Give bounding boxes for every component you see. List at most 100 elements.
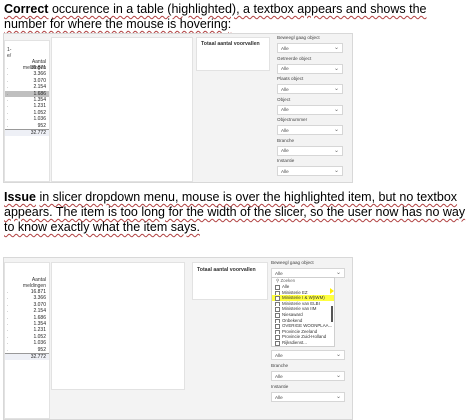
slicer-label: Getreerde object (277, 55, 312, 61)
table-rows: . 16.871. 3.366. 3.070. 2.154. 1.686. 1.354. 1.… (5, 289, 49, 361)
table-cell: 1.686 (33, 90, 46, 97)
slicer-dropdown[interactable]: Alle ⌄ (277, 166, 343, 176)
card-title: Totaal aantal voorvallen (197, 267, 256, 273)
dropdown-scrollbar[interactable] (331, 306, 333, 322)
dropdown-item-label: OVERIGE WOONPLAA... (282, 323, 333, 329)
mouse-cursor-icon (330, 288, 334, 294)
caption-correct: Correct occurence in a table (highlighte… (4, 2, 472, 32)
slicer-dropdown[interactable]: Alle ⌄ (271, 371, 345, 381)
slicer-value: Alle (275, 270, 283, 276)
chevron-down-icon[interactable]: ⌄ (334, 126, 339, 133)
dropdown-item-label: Onbekend (282, 317, 303, 323)
dropdown-item[interactable]: Rijksdienst... (272, 340, 334, 346)
slicer-dropdown[interactable]: Alle ⌄ (277, 145, 343, 156)
dropdown-item-label: Ministerie van IIM (282, 306, 317, 312)
dropdown-item-label: Ministerie EZ (282, 289, 308, 295)
table-cell: 16.871 (30, 289, 46, 295)
card-visual: Totaal aantal voorvallen (192, 262, 268, 300)
chevron-down-icon[interactable]: ⌄ (336, 393, 341, 400)
slicer-label: Instantie (271, 384, 289, 389)
card-title: Totaal aantal voorvallen (201, 41, 260, 47)
slicer-value: Alle (281, 168, 289, 174)
table-header-prefix: 1- e/ (7, 47, 12, 59)
table-cell: 2.154 (33, 308, 46, 315)
slicer-dropdown[interactable]: Alle ⌄ (277, 43, 343, 53)
table-cell: 3.070 (33, 301, 46, 308)
table-cell: 3.366 (33, 71, 46, 78)
slicer-value: Alle (275, 352, 283, 358)
dropdown-item-label: Rijksdienst... (282, 339, 307, 345)
dropdown-item-label: Niesaward (282, 311, 303, 317)
slicer-label: Branche (271, 363, 289, 368)
chevron-down-icon[interactable]: ⌄ (334, 106, 339, 113)
caption-issue: Issue in slicer dropdown menu, mouse is … (4, 190, 472, 235)
dropdown-item-label: Provincie Zuid-Holland (282, 334, 327, 340)
table-cell: 2.154 (33, 84, 46, 91)
caption-issue-lead: Issue (4, 190, 36, 204)
checkbox[interactable] (275, 340, 280, 346)
table-header: Aantal meldingen (5, 271, 49, 289)
table-total: 32.772 (30, 129, 46, 136)
slicer-dropdown[interactable]: Alle ⌄ (277, 125, 343, 135)
slicer-column: Beweegl gaag object Alle ⌄ Getreerde object… (274, 34, 346, 182)
chevron-down-icon[interactable]: ⌄ (336, 372, 341, 379)
report-screenshot-issue: Aantal meldingen . 16.871. 3.366. 3.070. 2.1… (3, 257, 353, 420)
dropdown-item-label: Provincie Zeeland (282, 328, 318, 334)
slicer-dropdown-list: ⚲ Zoeken Alle Ministerie EZ Ministerie I &… (271, 277, 335, 347)
slicer-dropdown[interactable]: Alle ⌄ (277, 104, 343, 115)
search-icon: ⚲ (276, 278, 280, 283)
slicer-label: Object (277, 96, 291, 102)
chevron-down-icon[interactable]: ⌄ (334, 65, 339, 72)
slicer-value: Alle (281, 107, 289, 112)
empty-visual-panel (51, 262, 185, 390)
table-cell: 1.231 (33, 327, 46, 334)
table-total-row: 32.772 (5, 352, 49, 361)
dropdown-item-label: Alle (282, 284, 290, 289)
table-total-row: 32.772 (5, 128, 49, 137)
caption-correct-lead: Correct (4, 2, 49, 16)
slicer-column: Beweegl gaag object Alle ⌄ ⚲ Zoeken Alle… (268, 258, 348, 419)
slicer-value: Alle (281, 86, 289, 92)
chevron-down-icon[interactable]: ⌄ (336, 351, 341, 358)
chevron-down-icon[interactable]: ⌄ (334, 147, 339, 154)
slicer-value: Alle (281, 66, 289, 71)
slicer-dropdown[interactable]: Alle ⌄ (277, 84, 343, 94)
table-rows: . 16.871. 3.366. 3.070. 2.154. 1.686. 1.354. 1.… (5, 65, 49, 137)
dropdown-item-label: Ministerie van ELBI (282, 300, 320, 306)
dropdown-items: Alle Ministerie EZ Ministerie I & W(IWM) Mi… (272, 284, 334, 346)
chevron-down-icon[interactable]: ⌄ (334, 85, 339, 92)
table-visual: Aantal meldingen . 16.871. 3.366. 3.070. 2.1… (4, 262, 50, 419)
slicer-value: Alle (275, 373, 283, 379)
slicer-label: Branche (277, 137, 295, 143)
slicer-value: Alle (281, 45, 289, 51)
dropdown-item-label: Ministerie I & W(IWM) (282, 295, 325, 301)
slicer-label: Objectnummer (277, 117, 308, 122)
table-cell: 1.231 (33, 103, 46, 110)
caption-issue-text: in slicer dropdown menu, mouse is over t… (4, 190, 466, 234)
chevron-down-icon[interactable]: ⌄ (336, 269, 341, 276)
slicer-dropdown[interactable]: Alle ⌄ (271, 350, 345, 360)
card-visual: Totaal aantal voorvallen (196, 37, 270, 71)
table-cell: 952 (37, 346, 46, 353)
table-cell: 1.686 (33, 314, 46, 321)
table-header-aantal: Aantal meldingen (22, 277, 46, 289)
slicer-dropdown[interactable]: Alle ⌄ (271, 392, 345, 402)
table-cell: 1.036 (33, 116, 46, 123)
slicer-value: Alle (281, 148, 289, 153)
slicer-dropdown[interactable]: Alle ⌄ (277, 63, 343, 74)
table-cell: 16.871 (30, 65, 46, 71)
dropdown-search-placeholder: Zoeken (280, 278, 296, 283)
table-cell: 3.366 (33, 295, 46, 302)
chevron-down-icon[interactable]: ⌄ (334, 167, 339, 174)
table-cell: 1.052 (33, 109, 46, 116)
table-cell: 3.070 (33, 77, 46, 84)
table-cell: 1.354 (33, 320, 46, 327)
table-cell: 1.354 (33, 96, 46, 103)
table-cell: 1.052 (33, 333, 46, 340)
table-cell: 952 (37, 122, 46, 129)
report-screenshot-correct: 1- e/ Aantal meldingen . 16.871. 3.366. 3.0… (3, 33, 353, 183)
slicer-label: Beweegl gaag object (271, 260, 314, 265)
caption-correct-text: occurence in a table (highlighted), a te… (4, 2, 427, 31)
chevron-down-icon[interactable]: ⌄ (334, 44, 339, 51)
slicer-value: Alle (275, 394, 283, 400)
